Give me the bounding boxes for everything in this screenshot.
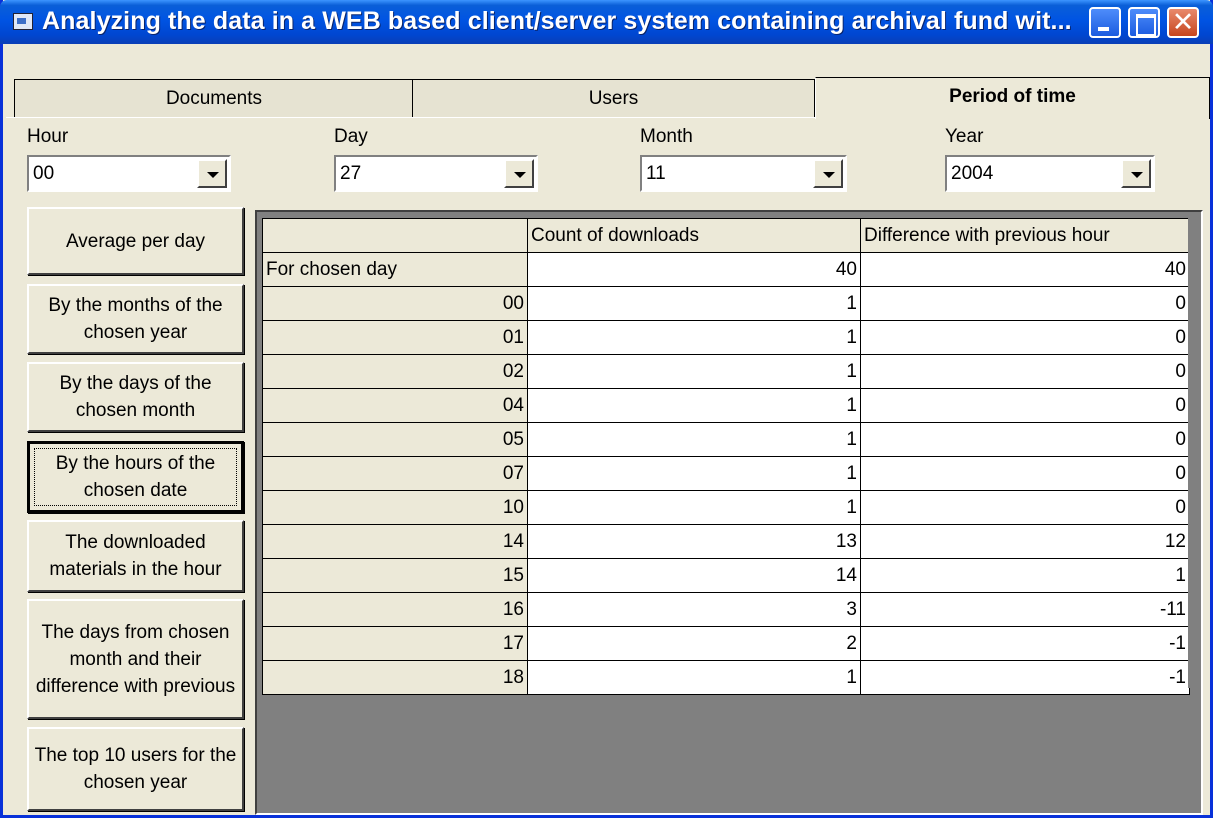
difference-cell: 0 <box>860 490 1190 525</box>
row-header: 04 <box>262 388 528 423</box>
row-header: 18 <box>262 660 528 695</box>
row-header: 00 <box>262 286 528 321</box>
table-row[interactable]: 04 1 0 <box>262 388 1190 423</box>
minimize-button[interactable] <box>1089 7 1121 38</box>
count-cell: 2 <box>527 626 861 661</box>
year-value: 2004 <box>951 163 994 184</box>
results-table: Count of downloads Difference with previ… <box>262 218 1190 695</box>
days-difference-button[interactable]: The days from chosen month and their dif… <box>27 599 244 719</box>
row-header: 14 <box>262 524 528 559</box>
count-cell: 1 <box>527 286 861 321</box>
table-row[interactable]: 14 13 12 <box>262 524 1190 559</box>
grid-edge <box>1188 218 1196 688</box>
table-row[interactable]: 00 1 0 <box>262 286 1190 321</box>
top-10-users-button[interactable]: The top 10 users for the chosen year <box>27 727 244 811</box>
table-row[interactable]: 01 1 0 <box>262 320 1190 355</box>
table-row[interactable]: 02 1 0 <box>262 354 1190 389</box>
difference-cell: 0 <box>860 354 1190 389</box>
difference-cell: 0 <box>860 320 1190 355</box>
by-months-button[interactable]: By the months of the chosen year <box>27 284 244 354</box>
table-row[interactable]: 10 1 0 <box>262 490 1190 525</box>
count-cell: 1 <box>527 320 861 355</box>
difference-cell: 0 <box>860 286 1190 321</box>
day-label: Day <box>334 126 368 147</box>
difference-cell: 0 <box>860 456 1190 491</box>
table-header-row: Count of downloads Difference with previ… <box>262 218 1190 253</box>
count-cell: 1 <box>527 422 861 457</box>
close-icon: ✕ <box>1171 7 1195 38</box>
chevron-down-icon[interactable] <box>813 159 843 188</box>
count-cell: 3 <box>527 592 861 627</box>
column-header: Difference with previous hour <box>860 218 1190 253</box>
row-header: 17 <box>262 626 528 661</box>
hour-select[interactable]: 00 <box>27 155 231 192</box>
hour-label: Hour <box>27 126 69 147</box>
count-cell: 1 <box>527 354 861 389</box>
count-cell: 13 <box>527 524 861 559</box>
difference-cell: -1 <box>860 626 1190 661</box>
difference-cell: 0 <box>860 388 1190 423</box>
month-label: Month <box>640 126 693 147</box>
difference-cell: -1 <box>860 660 1190 695</box>
table-row[interactable]: For chosen day 40 40 <box>262 252 1190 287</box>
month-value: 11 <box>646 163 666 184</box>
table-row[interactable]: 05 1 0 <box>262 422 1190 457</box>
average-per-day-button[interactable]: Average per day <box>27 207 244 275</box>
table-row[interactable]: 07 1 0 <box>262 456 1190 491</box>
column-header: Count of downloads <box>527 218 861 253</box>
count-cell: 1 <box>527 660 861 695</box>
hour-value: 00 <box>33 163 55 184</box>
downloaded-materials-button[interactable]: The downloaded materials in the hour <box>27 520 244 592</box>
chevron-down-icon[interactable] <box>1121 159 1151 188</box>
chevron-down-icon[interactable] <box>197 159 227 188</box>
title-bar[interactable]: Analyzing the data in a WEB based client… <box>0 0 1213 44</box>
row-header: 07 <box>262 456 528 491</box>
app-icon <box>13 13 33 30</box>
row-header: 01 <box>262 320 528 355</box>
difference-cell: -11 <box>860 592 1190 627</box>
row-header: 05 <box>262 422 528 457</box>
row-header: For chosen day <box>262 252 528 287</box>
row-header: 15 <box>262 558 528 593</box>
year-label: Year <box>945 126 984 147</box>
maximize-button[interactable] <box>1128 7 1160 38</box>
difference-cell: 0 <box>860 422 1190 457</box>
day-select[interactable]: 27 <box>334 155 538 192</box>
difference-cell: 12 <box>860 524 1190 559</box>
close-button[interactable]: ✕ <box>1167 7 1199 38</box>
month-select[interactable]: 11 <box>640 155 847 192</box>
table-row[interactable]: 16 3 -11 <box>262 592 1190 627</box>
tab-users[interactable]: Users <box>412 79 815 117</box>
table-row[interactable]: 17 2 -1 <box>262 626 1190 661</box>
count-cell: 1 <box>527 456 861 491</box>
count-cell: 14 <box>527 558 861 593</box>
by-days-button[interactable]: By the days of the chosen month <box>27 362 244 432</box>
count-cell: 40 <box>527 252 861 287</box>
tab-documents[interactable]: Documents <box>14 79 414 117</box>
table-row[interactable]: 18 1 -1 <box>262 660 1190 695</box>
tab-period-of-time[interactable]: Period of time <box>815 77 1210 119</box>
count-cell: 1 <box>527 490 861 525</box>
row-header: 10 <box>262 490 528 525</box>
window-title: Analyzing the data in a WEB based client… <box>42 7 1072 35</box>
table-row[interactable]: 15 14 1 <box>262 558 1190 593</box>
day-value: 27 <box>340 163 362 184</box>
difference-cell: 1 <box>860 558 1190 593</box>
chevron-down-icon[interactable] <box>504 159 534 188</box>
count-cell: 1 <box>527 388 861 423</box>
tab-divider <box>6 117 816 118</box>
row-header: 16 <box>262 592 528 627</box>
column-header <box>262 218 528 253</box>
difference-cell: 40 <box>860 252 1190 287</box>
results-grid[interactable]: Count of downloads Difference with previ… <box>255 210 1203 815</box>
row-header: 02 <box>262 354 528 389</box>
by-hours-button[interactable]: By the hours of the chosen date <box>27 441 244 513</box>
year-select[interactable]: 2004 <box>945 155 1155 192</box>
